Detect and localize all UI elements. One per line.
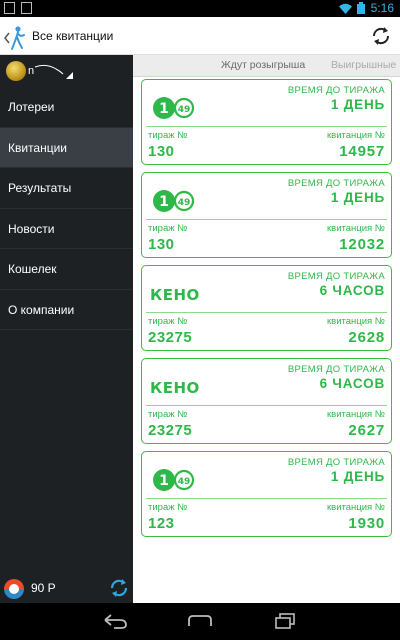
balance-refresh-icon[interactable] (108, 577, 130, 599)
lottery-149-logo: 1 49 (153, 97, 195, 119)
lottery-149-logo: 1 49 (153, 190, 195, 212)
draw-number-label: тираж № (148, 409, 188, 420)
user-avatar-coin-icon (6, 61, 26, 81)
lottery-keno-logo: КЕНО (150, 379, 200, 397)
receipt-number-label: квитанция № (326, 502, 385, 513)
card-divider (146, 126, 387, 127)
time-to-draw-label: ВРЕМЯ ДО ТИРАЖА (287, 85, 385, 96)
nav-item-results[interactable]: Результаты (0, 168, 133, 209)
receipt-card[interactable]: 1 49 ВРЕМЯ ДО ТИРАЖА 1 ДЕНЬ тираж № 123 … (141, 451, 392, 537)
time-to-draw-label: ВРЕМЯ ДО ТИРАЖА (287, 271, 385, 282)
receipts-content: Ждут розыгрыша Выигрышные 1 49 ВРЕМЯ ДО … (133, 55, 400, 603)
dropdown-triangle-icon (66, 72, 73, 79)
svg-text:49: 49 (178, 477, 191, 487)
nav-item-receipts[interactable]: Квитанции (0, 127, 133, 168)
time-to-draw-label: ВРЕМЯ ДО ТИРАЖА (287, 457, 385, 468)
draw-number-label: тираж № (148, 130, 188, 141)
system-navigation-bar (0, 603, 400, 640)
receipt-number: 1930 (348, 515, 385, 532)
svg-text:49: 49 (178, 198, 191, 208)
tab-winning[interactable]: Выигрышные (331, 59, 396, 71)
receipt-number-label: квитанция № (326, 316, 385, 327)
draw-number: 130 (148, 236, 175, 253)
wifi-icon (338, 3, 352, 14)
receipt-card[interactable]: КЕНО ВРЕМЯ ДО ТИРАЖА 6 ЧАСОВ тираж № 232… (141, 265, 392, 351)
tab-pending[interactable]: Ждут розыгрыша (221, 59, 305, 71)
wallet-logo-icon (4, 579, 24, 599)
time-to-draw-value: 1 ДЕНЬ (330, 190, 385, 205)
page-title: Все квитанции (32, 29, 114, 43)
app-logo-back-icon[interactable] (3, 25, 25, 50)
home-icon[interactable] (186, 612, 212, 630)
draw-number: 23275 (148, 422, 193, 439)
svg-text:1: 1 (159, 194, 169, 210)
system-icons: 5:16 (338, 1, 394, 15)
lottery-149-logo: 1 49 (153, 469, 195, 491)
time-to-draw-value: 6 ЧАСОВ (319, 376, 385, 391)
draw-number: 130 (148, 143, 175, 160)
receipt-number-label: квитанция № (326, 223, 385, 234)
svg-text:49: 49 (178, 105, 191, 115)
svg-text:1: 1 (159, 101, 169, 117)
draw-number: 23275 (148, 329, 193, 346)
drawer-footer: 90 Р (0, 573, 133, 603)
image-notification-icon (21, 2, 32, 14)
drawer-nav-list: Лотереи Квитанции Результаты Новости Кош… (0, 87, 133, 330)
status-bar: 5:16 (0, 0, 400, 17)
receipt-number-label: квитанция № (326, 130, 385, 141)
lottery-keno-logo: КЕНО (150, 286, 200, 304)
username-scribble-icon (34, 64, 64, 75)
receipt-number: 12032 (339, 236, 385, 253)
time-to-draw-label: ВРЕМЯ ДО ТИРАЖА (287, 364, 385, 375)
draw-number-label: тираж № (148, 223, 188, 234)
action-bar: Все квитанции (0, 17, 400, 55)
app-screen: 5:16 Все квитанции n Лотереи Квитанции Р… (0, 0, 400, 640)
time-to-draw-value: 1 ДЕНЬ (330, 97, 385, 112)
battery-icon (356, 2, 365, 14)
card-divider (146, 219, 387, 220)
receipt-number-label: квитанция № (326, 409, 385, 420)
refresh-icon[interactable] (370, 25, 392, 47)
time-to-draw-value: 6 ЧАСОВ (319, 283, 385, 298)
time-to-draw-label: ВРЕМЯ ДО ТИРАЖА (287, 178, 385, 189)
nav-item-lotteries[interactable]: Лотереи (0, 87, 133, 128)
draw-number-label: тираж № (148, 502, 188, 513)
notification-icon (4, 2, 15, 14)
receipt-number: 2627 (348, 422, 385, 439)
card-divider (146, 498, 387, 499)
nav-item-news[interactable]: Новости (0, 209, 133, 249)
receipt-number: 2628 (348, 329, 385, 346)
back-icon[interactable] (102, 612, 128, 630)
receipt-number: 14957 (339, 143, 385, 160)
receipt-tabs: Ждут розыгрыша Выигрышные (133, 55, 400, 77)
user-account-selector[interactable]: n (0, 55, 133, 87)
nav-item-about[interactable]: О компании (0, 290, 133, 330)
recent-apps-icon[interactable] (272, 612, 298, 630)
receipt-card[interactable]: КЕНО ВРЕМЯ ДО ТИРАЖА 6 ЧАСОВ тираж № 232… (141, 358, 392, 444)
wallet-balance: 90 Р (31, 581, 56, 595)
nav-item-wallet[interactable]: Кошелек (0, 249, 133, 290)
card-divider (146, 405, 387, 406)
clock: 5:16 (370, 1, 394, 15)
notification-icons (4, 2, 32, 14)
receipt-card[interactable]: 1 49 ВРЕМЯ ДО ТИРАЖА 1 ДЕНЬ тираж № 130 … (141, 172, 392, 258)
navigation-drawer: n Лотереи Квитанции Результаты Новости К… (0, 55, 133, 603)
draw-number-label: тираж № (148, 316, 188, 327)
svg-text:1: 1 (159, 473, 169, 489)
card-divider (146, 312, 387, 313)
time-to-draw-value: 1 ДЕНЬ (330, 469, 385, 484)
receipt-card[interactable]: 1 49 ВРЕМЯ ДО ТИРАЖА 1 ДЕНЬ тираж № 130 … (141, 79, 392, 165)
draw-number: 123 (148, 515, 175, 532)
